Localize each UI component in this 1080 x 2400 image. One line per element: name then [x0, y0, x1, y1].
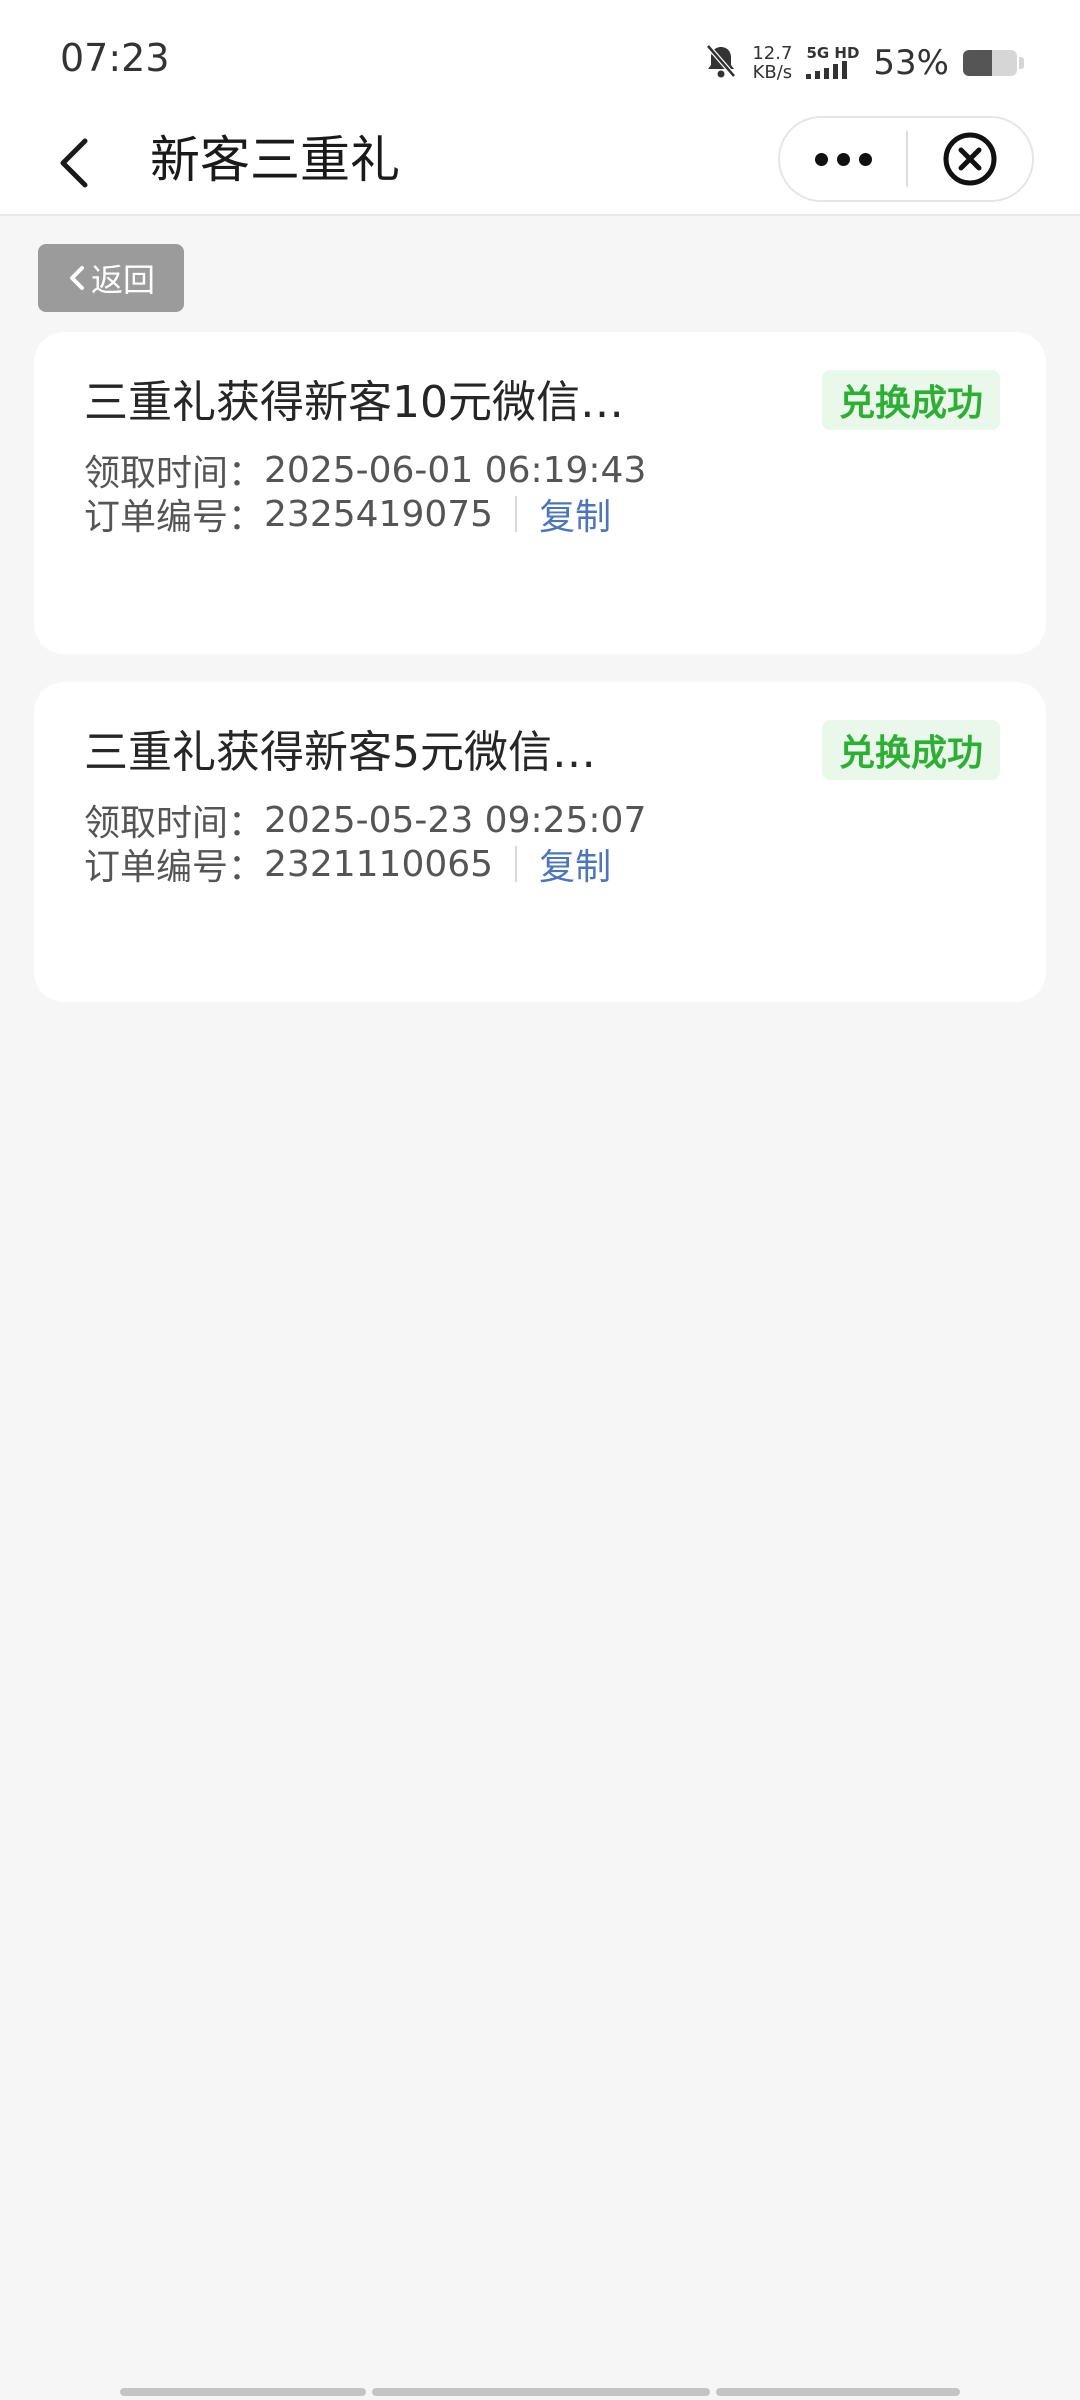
home-indicator-right[interactable]: [716, 2388, 960, 2396]
status-bar: 07:23 12.7 KB/s 5G HD 53%: [0, 0, 1080, 110]
chevron-left-icon: [69, 266, 84, 290]
mini-program-capsule: [778, 116, 1034, 202]
more-icon: [814, 152, 872, 166]
record-card: 三重礼获得新客5元微信… 兑换成功 领取时间： 2025-05-23 09:25…: [34, 682, 1046, 1002]
battery-tip: [1019, 57, 1024, 69]
signal-icon: [806, 60, 848, 82]
order-label: 订单编号：: [84, 847, 265, 888]
battery-icon: [963, 50, 1017, 76]
home-indicator-left[interactable]: [120, 2388, 366, 2396]
nav-bar: 新客三重礼: [0, 110, 1080, 216]
status-time: 07:23: [60, 36, 170, 80]
copy-button[interactable]: 复制: [539, 488, 611, 540]
close-circle-icon: [943, 132, 997, 186]
time-value: 2025-05-23 09:25:07: [264, 799, 647, 841]
copy-button[interactable]: 复制: [539, 838, 611, 890]
speed-unit: KB/s: [752, 62, 793, 83]
network-type: 5G HD: [806, 43, 860, 62]
order-label: 订单编号：: [84, 497, 265, 538]
close-button[interactable]: [908, 118, 1032, 200]
chevron-left-icon: [60, 138, 88, 188]
status-icons: 12.7 KB/s 5G HD 53%: [704, 38, 1024, 88]
network-speed: 12.7 KB/s: [752, 44, 792, 82]
battery-percent: 53%: [873, 43, 949, 83]
status-badge: 兑换成功: [822, 370, 1000, 430]
home-indicator-center[interactable]: [372, 2388, 710, 2396]
record-card: 三重礼获得新客10元微信… 兑换成功 领取时间： 2025-06-01 06:1…: [34, 332, 1046, 654]
network-indicator: 5G HD: [806, 45, 859, 82]
divider: [515, 846, 518, 882]
order-number: 2321110065: [264, 843, 494, 885]
record-title: 三重礼获得新客10元微信…: [84, 377, 624, 428]
bell-muted-icon: [704, 43, 738, 83]
divider: [515, 496, 518, 532]
record-order-row: 订单编号： 2321110065 复制: [84, 838, 611, 890]
record-order-row: 订单编号： 2325419075 复制: [84, 488, 611, 540]
time-value: 2025-06-01 06:19:43: [264, 449, 647, 491]
speed-value: 12.7: [752, 43, 793, 64]
status-badge: 兑换成功: [822, 720, 1000, 780]
page-title: 新客三重礼: [150, 131, 400, 189]
nav-back-button[interactable]: [40, 128, 110, 198]
record-title: 三重礼获得新客5元微信…: [84, 727, 596, 778]
more-button[interactable]: [780, 118, 906, 200]
back-button-label: 返回: [90, 261, 155, 299]
back-button[interactable]: 返回: [38, 244, 184, 312]
order-number: 2325419075: [264, 493, 494, 535]
